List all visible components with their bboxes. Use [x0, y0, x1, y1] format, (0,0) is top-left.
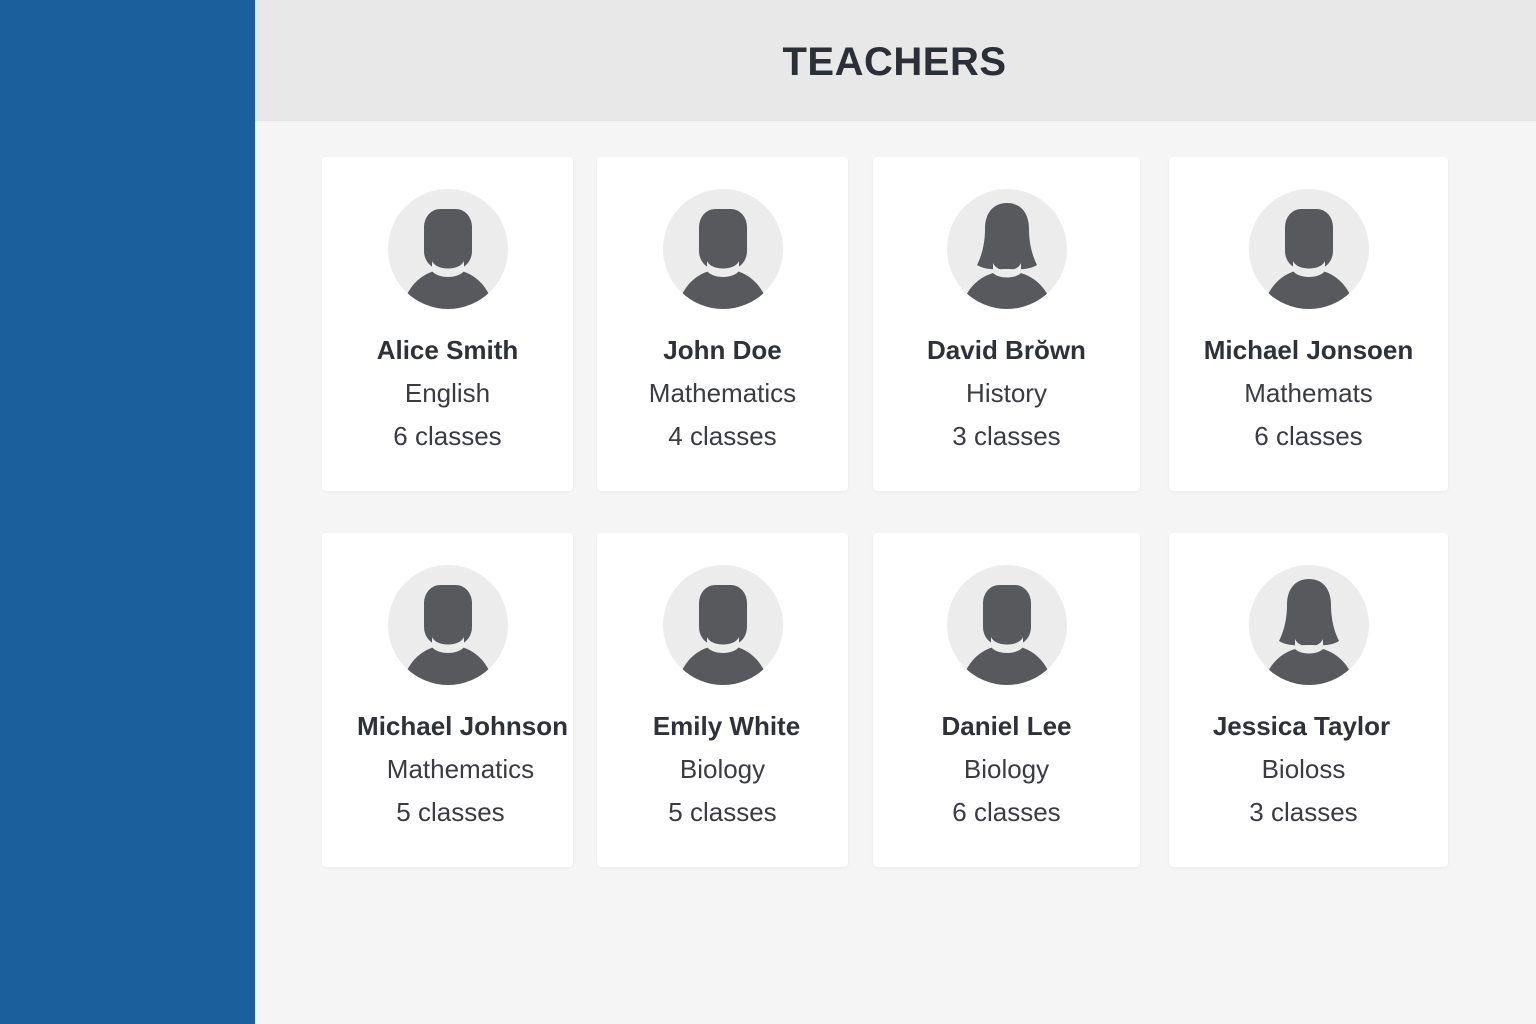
user-male-icon [946, 565, 1067, 685]
teacher-classes: 6 classes [952, 797, 1061, 827]
teacher-card[interactable]: Michael Johnson Mathematics 5 classes [322, 533, 573, 867]
teacher-name: Daniel Lee [941, 711, 1072, 741]
teacher-card[interactable]: Jessica Taylor Bioloss 3 classes [1169, 533, 1448, 867]
teacher-card[interactable]: John Doe Mathematics 4 classes [597, 157, 848, 491]
user-male-icon [662, 565, 783, 685]
user-male-icon [662, 189, 783, 309]
teacher-classes: 3 classes [1249, 797, 1358, 827]
user-female-icon [1248, 565, 1369, 685]
page-title: TEACHERS [782, 39, 1007, 84]
sidebar [0, 0, 255, 1024]
teacher-subject: English [404, 378, 491, 408]
user-female-icon [946, 189, 1067, 309]
teacher-name: John Doe [663, 335, 782, 365]
teacher-card[interactable]: Michael Jonsoen Mathemats 6 classes [1169, 157, 1448, 491]
user-male-icon [1248, 189, 1369, 309]
teacher-card[interactable]: David Brŏwn History 3 classes [873, 157, 1140, 491]
teacher-name: Michael Jonsoen [1203, 335, 1414, 365]
user-male-icon [387, 189, 508, 309]
page-header: TEACHERS [255, 0, 1536, 121]
teacher-card[interactable]: Alice Smith English 6 classes [322, 157, 573, 491]
teacher-name: Emily White [652, 711, 801, 741]
teacher-name: Michael Johnson [357, 711, 568, 741]
teacher-classes: 4 classes [668, 421, 777, 451]
main-content: TEACHERS Alice Smith English 6 classes J… [255, 0, 1536, 1024]
teacher-subject: Mathematics [648, 378, 797, 408]
teacher-subject: Mathemats [1244, 378, 1373, 408]
teacher-name: Jessica Taylor [1212, 711, 1391, 741]
teacher-card[interactable]: Emily White Biology 5 classes [597, 533, 848, 867]
teacher-classes: 5 classes [396, 797, 505, 827]
teacher-subject: History [966, 378, 1047, 408]
teacher-classes: 3 classes [952, 421, 1061, 451]
teacher-subject: Bioloss [1261, 754, 1346, 784]
teacher-classes: 6 classes [393, 421, 502, 451]
teacher-name: Alice Smith [376, 335, 519, 365]
teacher-card[interactable]: Daniel Lee Biology 6 classes [873, 533, 1140, 867]
teacher-subject: Mathematics [386, 754, 535, 784]
app-window: TEACHERS Alice Smith English 6 classes J… [0, 0, 1536, 1024]
teacher-classes: 5 classes [668, 797, 777, 827]
teacher-classes: 6 classes [1254, 421, 1363, 451]
teacher-subject: Biology [679, 754, 766, 784]
teacher-name: David Brŏwn [927, 335, 1086, 365]
teacher-subject: Biology [963, 754, 1050, 784]
user-male-icon [387, 565, 508, 685]
